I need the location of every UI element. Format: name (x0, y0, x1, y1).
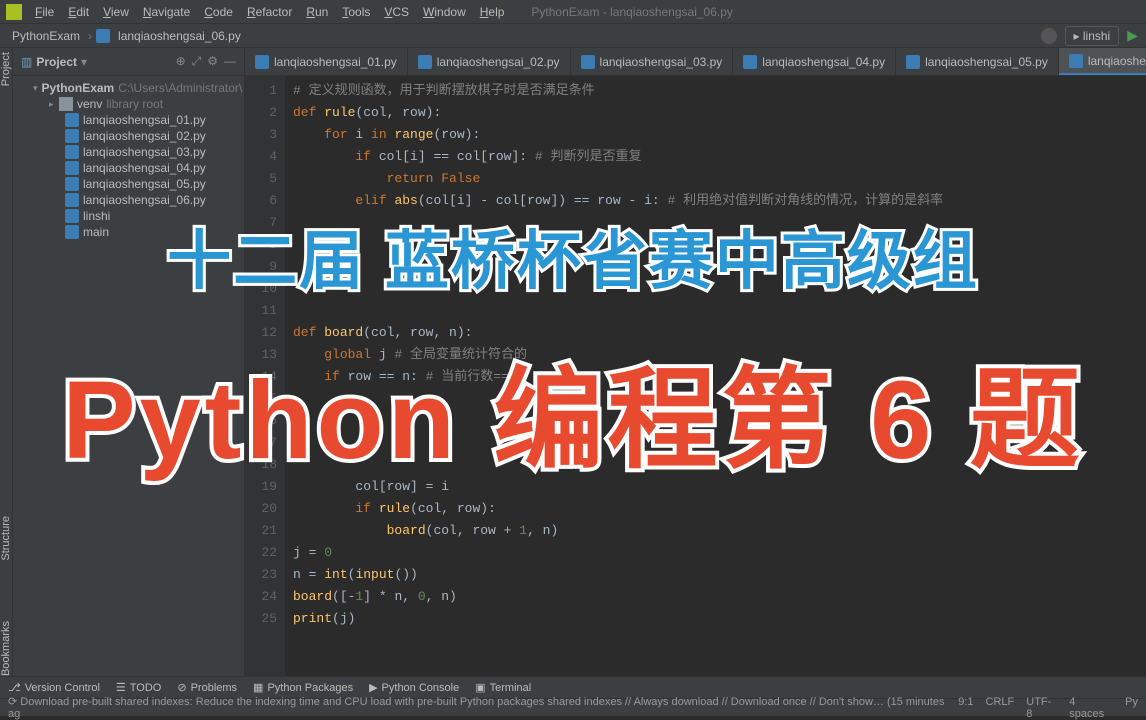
code-lines[interactable]: # 定义规则函数，用于判断摆放棋子时是否满足条件 def rule(col, r… (285, 76, 1146, 676)
tree-venv[interactable]: ▸ venv library root (13, 96, 244, 112)
code-editor[interactable]: 1234567891011121314151617181920212223242… (245, 76, 1146, 676)
crumb-sep-icon (84, 29, 96, 43)
line-gutter: 1234567891011121314151617181920212223242… (245, 76, 285, 676)
tool-icon: ▶ (369, 681, 377, 694)
editor-tab[interactable]: lanqiaoshengsai_02.py (408, 48, 571, 75)
tool-icon: ⊘ (177, 681, 186, 694)
arrow-down-icon: ▾ (33, 83, 38, 94)
python-file-icon (65, 225, 79, 239)
editor-tab[interactable]: lanqiaoshengsai_01.py (245, 48, 408, 75)
menu-view[interactable]: View (96, 5, 136, 19)
python-file-icon (255, 55, 269, 69)
arrow-right-icon: ▸ (49, 99, 59, 110)
menu-code[interactable]: Code (197, 5, 240, 19)
project-pane: ▥ Project ▾ ⊕ ⤢ ⚙ — ▾ PythonExam C:\User… (13, 48, 245, 676)
tree-file[interactable]: lanqiaoshengsai_05.py (13, 176, 244, 192)
bottom-tool-problems[interactable]: ⊘ Problems (177, 681, 237, 694)
tree-file[interactable]: lanqiaoshengsai_06.py (13, 192, 244, 208)
bottom-tool-terminal[interactable]: ▣ Terminal (475, 681, 531, 694)
python-file-icon (65, 161, 79, 175)
tool-icon: ▣ (475, 681, 485, 694)
menu-help[interactable]: Help (473, 5, 512, 19)
tool-icon: ☰ (116, 681, 126, 694)
project-tree: ▾ PythonExam C:\Users\Administrator\ ▸ v… (13, 76, 244, 244)
editor-tab[interactable]: lanqiaoshengsai_06.py (1059, 48, 1146, 75)
python-file-icon (96, 29, 110, 43)
menu-navigate[interactable]: Navigate (136, 5, 197, 19)
python-file-icon (418, 55, 432, 69)
python-file-icon (1069, 54, 1083, 68)
python-file-icon (65, 177, 79, 191)
status-bar: ⟳ Download pre-built shared indexes: Red… (0, 698, 1146, 716)
settings-icon[interactable]: ⚙ (207, 54, 218, 69)
tree-file[interactable]: main (13, 224, 244, 240)
python-file-icon (743, 55, 757, 69)
hide-icon[interactable]: — (224, 54, 236, 69)
editor-tab[interactable]: lanqiaoshengsai_04.py (733, 48, 896, 75)
user-avatar-icon[interactable] (1041, 28, 1057, 44)
run-config-select[interactable]: ▸ linshi (1065, 26, 1120, 46)
select-target-icon[interactable]: ⊕ (176, 54, 186, 69)
bottom-tool-python-packages[interactable]: ▦ Python Packages (253, 681, 353, 694)
menu-tools[interactable]: Tools (335, 5, 377, 19)
crumb-file[interactable]: lanqiaoshengsai_06.py (114, 29, 245, 43)
folder-icon (59, 97, 73, 111)
app-logo-icon (6, 4, 22, 20)
bottom-tool-python-console[interactable]: ▶ Python Console (369, 681, 459, 694)
python-file-icon (65, 145, 79, 159)
editor-tabs: lanqiaoshengsai_01.pylanqiaoshengsai_02.… (245, 48, 1146, 76)
rail-structure-button[interactable]: Structure (0, 516, 12, 561)
tree-file[interactable]: lanqiaoshengsai_03.py (13, 144, 244, 160)
menu-refactor[interactable]: Refactor (240, 5, 299, 19)
python-file-icon (906, 55, 920, 69)
menu-file[interactable]: File (28, 5, 61, 19)
menu-bar: FileEditViewNavigateCodeRefactorRunTools… (0, 0, 1146, 24)
menu-window[interactable]: Window (416, 5, 473, 19)
editor-tab[interactable]: lanqiaoshengsai_05.py (896, 48, 1059, 75)
menu-run[interactable]: Run (299, 5, 335, 19)
window-title: PythonExam - lanqiaoshengsai_06.py (531, 5, 732, 19)
tree-file[interactable]: lanqiaoshengsai_02.py (13, 128, 244, 144)
rail-project-button[interactable]: Project (0, 52, 12, 86)
tool-icon: ▦ (253, 681, 263, 694)
tool-icon: ⎇ (8, 681, 21, 694)
tree-file[interactable]: linshi (13, 208, 244, 224)
indexing-notice[interactable]: ⟳ Download pre-built shared indexes: Red… (8, 695, 958, 720)
python-file-icon (581, 55, 595, 69)
rail-bookmarks-button[interactable]: Bookmarks (0, 621, 12, 676)
folder-icon: ▥ (21, 55, 32, 69)
tree-file[interactable]: lanqiaoshengsai_04.py (13, 160, 244, 176)
menu-vcs[interactable]: VCS (377, 5, 416, 19)
editor-tab[interactable]: lanqiaoshengsai_03.py (571, 48, 734, 75)
python-file-icon (65, 209, 79, 223)
python-file-icon (65, 129, 79, 143)
crumb-project[interactable]: PythonExam (8, 29, 84, 43)
python-file-icon (65, 113, 79, 127)
menu-edit[interactable]: Edit (61, 5, 96, 19)
tree-file[interactable]: lanqiaoshengsai_01.py (13, 112, 244, 128)
expand-icon[interactable]: ⤢ (192, 54, 202, 69)
breadcrumb-bar: PythonExam lanqiaoshengsai_06.py ▸ linsh… (0, 24, 1146, 48)
editor-area: lanqiaoshengsai_01.pylanqiaoshengsai_02.… (245, 48, 1146, 676)
python-file-icon (65, 193, 79, 207)
bottom-tool-todo[interactable]: ☰ TODO (116, 681, 161, 694)
left-tool-rail: Project Structure Bookmarks (0, 48, 13, 676)
tree-root[interactable]: ▾ PythonExam C:\Users\Administrator\ (13, 80, 244, 96)
run-play-button[interactable]: ▶ (1127, 27, 1138, 44)
dropdown-icon[interactable]: ▾ (81, 55, 87, 69)
bottom-tool-version-control[interactable]: ⎇ Version Control (8, 681, 100, 694)
project-panel-title: Project (36, 55, 77, 69)
